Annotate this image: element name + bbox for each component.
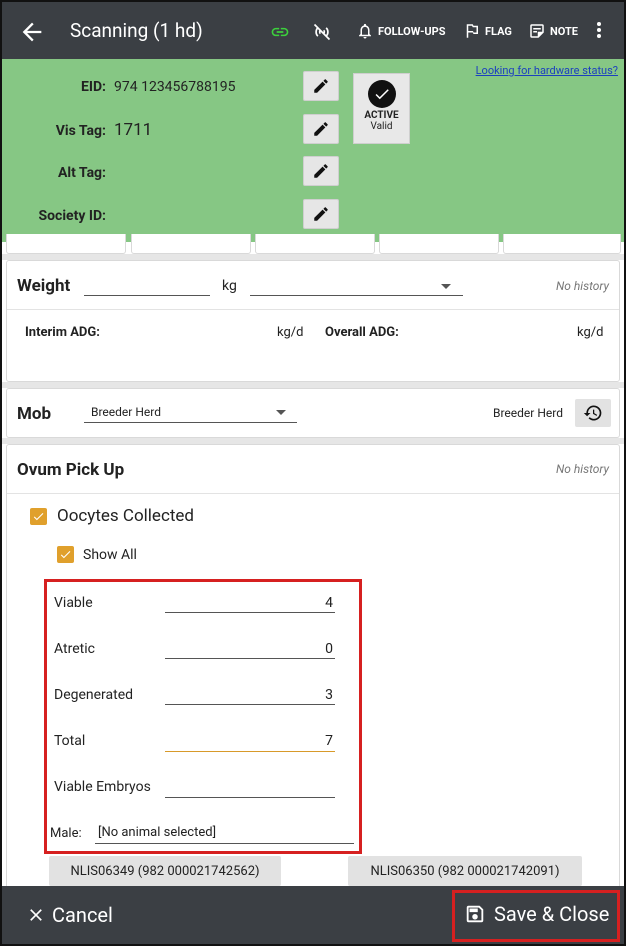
highlight-box xyxy=(452,890,620,942)
society-id-label: Society ID: xyxy=(38,208,106,224)
show-all-label: Show All xyxy=(83,547,137,563)
follow-ups-label: FOLLOW-UPS xyxy=(378,24,446,38)
identity-panel: Looking for hardware status? EID: 974 12… xyxy=(2,59,624,242)
link-icon[interactable] xyxy=(268,22,292,46)
bell-icon xyxy=(359,23,371,39)
top-app-bar: Scanning (1 hd) FOLLOW-UPS FLAG NOTE xyxy=(2,2,624,59)
pencil-icon xyxy=(314,164,328,178)
ovum-history[interactable]: No history xyxy=(556,462,609,476)
pencil-icon xyxy=(314,207,328,221)
edit-society-id-button[interactable] xyxy=(303,199,339,229)
page-title: Scanning (1 hd) xyxy=(70,19,203,42)
overall-adg-label: Overall ADG: xyxy=(325,325,399,340)
mob-select[interactable] xyxy=(84,422,297,423)
chevron-down-icon xyxy=(441,284,451,289)
weight-input[interactable] xyxy=(84,295,210,296)
tab-stub[interactable] xyxy=(6,234,126,254)
divider xyxy=(7,309,619,310)
note-label: NOTE xyxy=(550,24,578,38)
mob-current: Breeder Herd xyxy=(493,406,563,420)
animal-button-2[interactable]: NLIS06350 (982 000021742091) xyxy=(348,856,582,886)
status-badge[interactable]: ACTIVE Valid xyxy=(353,73,410,144)
eid-label: EID: xyxy=(80,79,106,95)
cancel-button[interactable]: Cancel xyxy=(26,903,113,927)
overflow-menu-icon[interactable] xyxy=(594,20,604,42)
vis-tag-label: Vis Tag: xyxy=(55,123,106,139)
flag-label: FLAG xyxy=(485,24,512,38)
divider xyxy=(7,493,619,494)
mob-select-value[interactable]: Breeder Herd xyxy=(91,405,161,419)
history-icon xyxy=(583,405,602,421)
weight-history[interactable]: No history xyxy=(556,279,609,293)
oocytes-label: Oocytes Collected xyxy=(57,506,195,526)
highlight-box xyxy=(44,579,362,854)
back-arrow-icon[interactable] xyxy=(18,18,46,46)
check-circle-icon xyxy=(367,80,396,108)
close-icon xyxy=(30,909,42,921)
signal-off-icon[interactable] xyxy=(311,22,333,46)
alt-tag-label: Alt Tag: xyxy=(57,165,106,181)
check-icon xyxy=(33,513,44,521)
overall-adg-unit: kg/d xyxy=(577,325,604,340)
tab-stub[interactable] xyxy=(379,234,499,254)
show-all-checkbox[interactable] xyxy=(57,546,74,563)
tab-stub[interactable] xyxy=(255,234,375,254)
hardware-status-link[interactable]: Looking for hardware status? xyxy=(476,64,618,77)
edit-vis-tag-button[interactable] xyxy=(303,114,339,144)
edit-alt-tag-button[interactable] xyxy=(303,156,339,186)
weight-unit: kg xyxy=(222,278,237,294)
flag-button[interactable]: FLAG xyxy=(463,22,512,40)
interim-adg-unit: kg/d xyxy=(277,325,304,340)
note-button[interactable]: NOTE xyxy=(528,22,578,40)
status-title: ACTIVE xyxy=(364,110,399,121)
status-subtitle: Valid xyxy=(370,121,393,132)
animal-button-1[interactable]: NLIS06349 (982 000021742562) xyxy=(49,856,281,886)
weight-title: Weight xyxy=(17,276,71,296)
chevron-down-icon xyxy=(276,410,286,415)
mob-card: Mob Breeder Herd Breeder Herd xyxy=(6,388,620,438)
oocytes-checkbox[interactable] xyxy=(30,508,47,525)
edit-eid-button[interactable] xyxy=(303,71,339,101)
weight-method-select[interactable] xyxy=(250,295,463,296)
pencil-icon xyxy=(314,122,328,136)
cancel-label: Cancel xyxy=(52,903,113,927)
check-icon xyxy=(60,551,71,559)
interim-adg-label: Interim ADG: xyxy=(25,325,100,340)
mob-title: Mob xyxy=(17,404,52,424)
tab-stub[interactable] xyxy=(503,234,621,254)
bottom-action-bar: Cancel Save & Close xyxy=(2,886,624,944)
ovum-title: Ovum Pick Up xyxy=(17,460,125,480)
pencil-icon xyxy=(314,79,328,93)
app-frame: Scanning (1 hd) FOLLOW-UPS FLAG NOTE Loo… xyxy=(0,0,626,946)
mob-history-button[interactable] xyxy=(575,399,611,427)
follow-ups-button[interactable]: FOLLOW-UPS xyxy=(356,22,446,40)
eid-value: 974 123456788195 xyxy=(114,79,236,95)
flag-icon xyxy=(466,24,478,38)
weight-card: Weight kg No history Interim ADG: kg/d O… xyxy=(6,260,620,382)
note-icon xyxy=(530,24,544,38)
vis-tag-value: 1711 xyxy=(114,120,153,140)
tab-stub[interactable] xyxy=(131,234,251,254)
tab-stubs-row xyxy=(2,234,624,256)
